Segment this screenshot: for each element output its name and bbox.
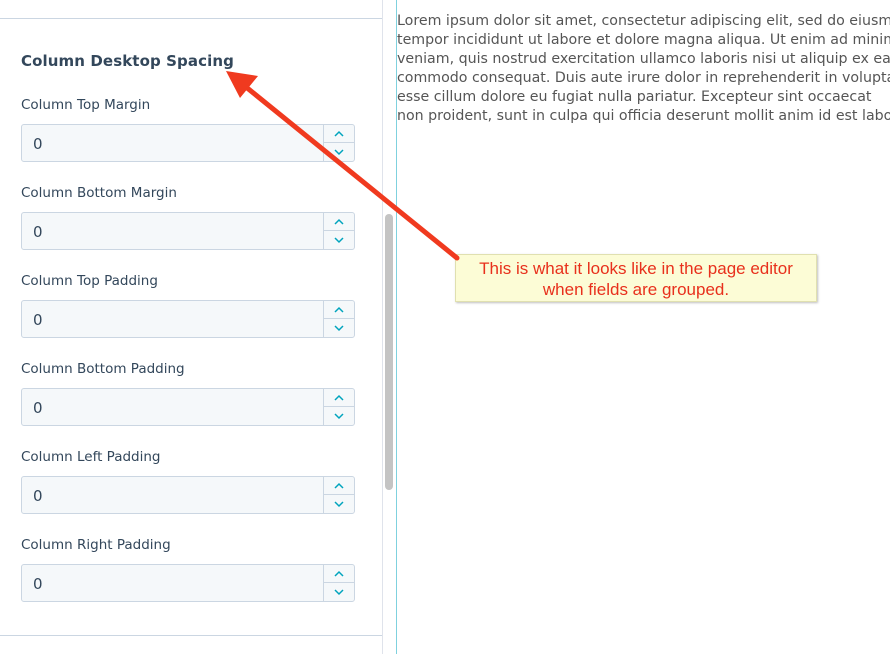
arrow-icon: [226, 71, 460, 261]
